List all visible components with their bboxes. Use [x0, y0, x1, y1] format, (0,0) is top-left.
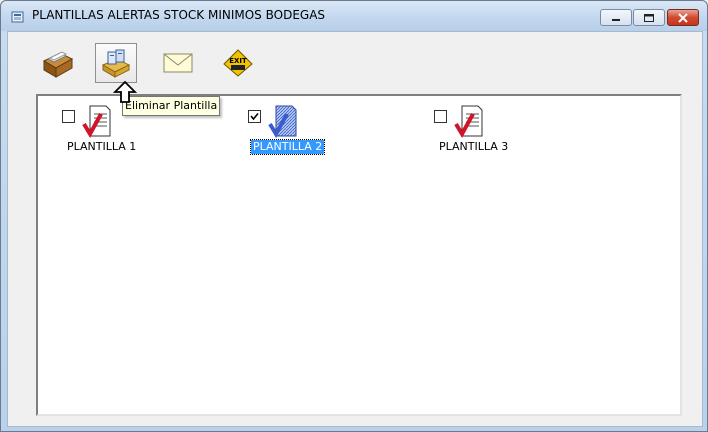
close-button[interactable]	[667, 9, 699, 26]
cursor-arrow-icon	[113, 80, 137, 103]
document-check-icon	[454, 105, 483, 138]
template-label: PLANTILLA 2	[249, 139, 326, 155]
card-file-icon	[42, 51, 74, 78]
document-check-icon	[268, 105, 297, 138]
app-icon	[11, 11, 24, 23]
window-title: PLANTILLAS ALERTAS STOCK MINIMOS BODEGAS	[32, 8, 326, 22]
client-area: EXIT PLANTILLA 1 PLANTILLA 2 PLANTILLA 3…	[7, 31, 703, 427]
document-check-icon	[82, 105, 111, 138]
exit-sign-icon: EXIT	[223, 49, 253, 77]
exit-sign-text: EXIT	[229, 57, 247, 65]
template-checkbox[interactable]	[248, 110, 261, 123]
maximize-icon	[644, 13, 654, 22]
template-label: PLANTILLA 1	[67, 140, 137, 153]
checkmark-icon	[250, 112, 259, 121]
title-bar[interactable]: PLANTILLAS ALERTAS STOCK MINIMOS BODEGAS	[1, 1, 707, 31]
envelope-icon	[163, 53, 193, 73]
templates-list[interactable]: PLANTILLA 1 PLANTILLA 2 PLANTILLA 3	[36, 94, 682, 416]
minimize-icon	[612, 18, 620, 21]
delete-template-icon	[101, 49, 131, 78]
main-window: PLANTILLAS ALERTAS STOCK MINIMOS BODEGAS	[0, 0, 708, 432]
archive-button[interactable]	[36, 43, 78, 83]
template-checkbox[interactable]	[434, 110, 447, 123]
email-button[interactable]	[157, 43, 199, 83]
template-checkbox[interactable]	[62, 110, 75, 123]
maximize-button[interactable]	[633, 9, 665, 26]
close-icon	[678, 12, 688, 23]
delete-template-button[interactable]	[95, 43, 137, 83]
exit-button[interactable]: EXIT	[217, 43, 259, 83]
template-label: PLANTILLA 3	[439, 140, 509, 153]
minimize-button[interactable]	[600, 9, 632, 26]
